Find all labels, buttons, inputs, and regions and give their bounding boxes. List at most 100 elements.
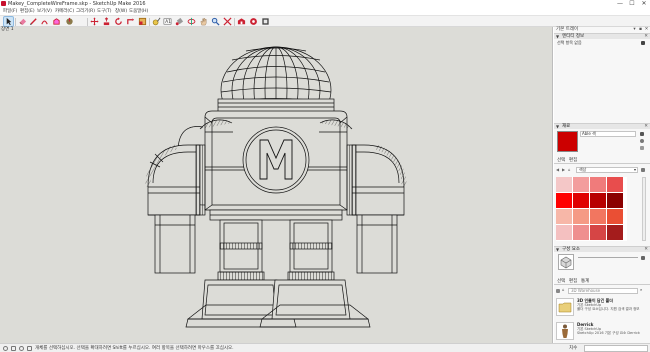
menu-edit[interactable]: 편집(E): [20, 8, 35, 15]
home-icon[interactable]: ⌂: [568, 167, 571, 173]
warehouse-search-input[interactable]: 3D Warehouse: [568, 288, 638, 294]
material-swatch[interactable]: [556, 193, 572, 208]
component-preview: [558, 254, 574, 270]
tab-statistics[interactable]: 통계: [581, 279, 589, 285]
panel-close-icon[interactable]: ✕: [644, 34, 648, 40]
forward-icon[interactable]: ▶: [562, 167, 565, 173]
arc-icon[interactable]: [40, 17, 49, 26]
credits-icon[interactable]: [11, 346, 16, 351]
person-thumbnail: [556, 322, 574, 340]
material-swatch[interactable]: [573, 209, 589, 224]
material-swatch[interactable]: [573, 177, 589, 192]
rotate-icon[interactable]: [114, 17, 123, 26]
shape-icon[interactable]: [52, 17, 61, 26]
eraser-icon[interactable]: [18, 17, 27, 26]
pan-hand-icon[interactable]: [199, 17, 208, 26]
menu-draw[interactable]: 그리기(R): [76, 8, 95, 15]
status-message: 개체를 선택하십시오. 선택을 확대하려면 Shift를 누르십시오. 여러 항…: [35, 346, 234, 351]
3d-warehouse-icon[interactable]: [237, 17, 246, 26]
default-material-icon[interactable]: [640, 146, 644, 150]
measurements-input[interactable]: [584, 345, 648, 352]
menu-view[interactable]: 보기(V): [37, 8, 52, 15]
menu-window[interactable]: 창(W): [115, 8, 127, 15]
menu-help[interactable]: 도움말(H): [129, 8, 148, 15]
material-swatch[interactable]: [590, 209, 606, 224]
material-swatch[interactable]: [590, 177, 606, 192]
current-material-swatch[interactable]: [557, 131, 578, 152]
panel-close-icon[interactable]: ✕: [644, 247, 648, 253]
components-tabs: 선택 편집 통계: [554, 279, 650, 285]
default-tray: 기본 트레이 ▾ ▪ ✕ ▼ 엔티티 정보 ✕ 선택 항목 없음 ▼ 재료 ✕ …: [554, 27, 650, 343]
svg-text:A1: A1: [165, 19, 171, 25]
material-swatch[interactable]: [590, 193, 606, 208]
menu-bar: 파일(F) 편집(E) 보기(V) 카메라(C) 그리기(R) 도구(T) 창(…: [0, 8, 650, 15]
tab-edit[interactable]: 편집: [569, 279, 577, 285]
material-swatch[interactable]: [607, 225, 623, 240]
entity-details-icon[interactable]: [641, 41, 645, 45]
scale-icon[interactable]: [138, 17, 147, 26]
view-options-icon[interactable]: [556, 289, 560, 293]
materials-tabs: 선택 편집: [554, 158, 650, 164]
sketchup-logo-icon: [1, 1, 6, 6]
push-pull-red-icon[interactable]: [102, 17, 111, 26]
material-swatch[interactable]: [556, 177, 572, 192]
components-header[interactable]: ▼ 구성 요소 ✕: [554, 246, 650, 252]
swatch-scrollbar[interactable]: [642, 177, 646, 241]
search-icon[interactable]: ⌕: [640, 287, 642, 293]
panel-close-icon[interactable]: ✕: [644, 124, 648, 130]
material-category-select[interactable]: 색상 ▾: [576, 167, 638, 173]
main-toolbar: A1: [0, 15, 650, 27]
material-swatch[interactable]: [573, 193, 589, 208]
material-swatch[interactable]: [556, 225, 572, 240]
materials-header[interactable]: ▼ 재료 ✕: [554, 123, 650, 129]
material-swatch[interactable]: [573, 225, 589, 240]
tab-select[interactable]: 선택: [557, 279, 565, 285]
material-swatch[interactable]: [556, 209, 572, 224]
extension-warehouse-icon[interactable]: [249, 17, 258, 26]
menu-file[interactable]: 파일(F): [3, 8, 17, 15]
entity-info-header[interactable]: ▼ 엔티티 정보 ✕: [554, 33, 650, 39]
tab-edit[interactable]: 편집: [569, 158, 577, 164]
material-swatch[interactable]: [607, 177, 623, 192]
robot-wireframe-model[interactable]: [0, 27, 553, 343]
geo-location-icon[interactable]: [3, 346, 8, 351]
move-icon[interactable]: [90, 17, 99, 26]
create-material-icon[interactable]: [640, 132, 644, 136]
sample-paint-icon[interactable]: [640, 139, 644, 143]
zoom-magnifier-icon[interactable]: [211, 17, 220, 26]
material-swatch[interactable]: [590, 225, 606, 240]
follow-me-icon[interactable]: [126, 17, 135, 26]
paint-bucket-icon[interactable]: [175, 17, 184, 26]
component-list-item[interactable]: Derrick 기본 SketchUp SketchUp 2016 기본 구성 …: [555, 321, 645, 341]
tab-select[interactable]: 선택: [557, 158, 565, 164]
minimize-button[interactable]: —: [614, 0, 626, 8]
back-icon[interactable]: ◀: [556, 167, 559, 173]
status-bar: 개체를 선택하십시오. 선택을 확대하려면 Shift를 누르십시오. 여러 항…: [0, 343, 650, 352]
material-name-field[interactable]: Able 색: [580, 131, 636, 137]
maximize-button[interactable]: ☐: [626, 0, 638, 8]
text-icon[interactable]: A1: [163, 17, 172, 26]
zoom-extents-icon[interactable]: [223, 17, 232, 26]
instructor-icon[interactable]: [27, 346, 32, 351]
material-swatch[interactable]: [607, 209, 623, 224]
material-swatch-grid: [556, 177, 627, 241]
select-tool-icon[interactable]: [3, 16, 14, 27]
window-title: Makey_CompleteWireFrame.skp - SketchUp M…: [8, 1, 146, 7]
orbit-icon[interactable]: [187, 17, 196, 26]
home-icon[interactable]: ⌂: [562, 287, 565, 293]
component-details-icon[interactable]: [641, 256, 645, 260]
menu-tools[interactable]: 도구(T): [97, 8, 112, 15]
material-swatch[interactable]: [607, 193, 623, 208]
help-icon[interactable]: [19, 346, 24, 351]
drawing-viewport[interactable]: 장면 1: [0, 27, 553, 343]
collapse-arrow-icon: ▼: [556, 247, 560, 252]
details-arrow-icon[interactable]: [641, 168, 645, 172]
component-list-item[interactable]: 3D 인물이 담긴 폴더 기본 SketchUp 폴더 구성 요소입니다. 지원…: [555, 297, 645, 317]
push-pull-icon[interactable]: [65, 17, 74, 26]
close-button[interactable]: ✕: [638, 0, 650, 8]
line-pencil-icon[interactable]: [29, 17, 38, 26]
menu-camera[interactable]: 카메라(C): [55, 8, 74, 15]
send-to-layout-icon[interactable]: [261, 17, 270, 26]
sketchup-window: Makey_CompleteWireFrame.skp - SketchUp M…: [0, 0, 650, 352]
tape-measure-icon[interactable]: [152, 17, 161, 26]
